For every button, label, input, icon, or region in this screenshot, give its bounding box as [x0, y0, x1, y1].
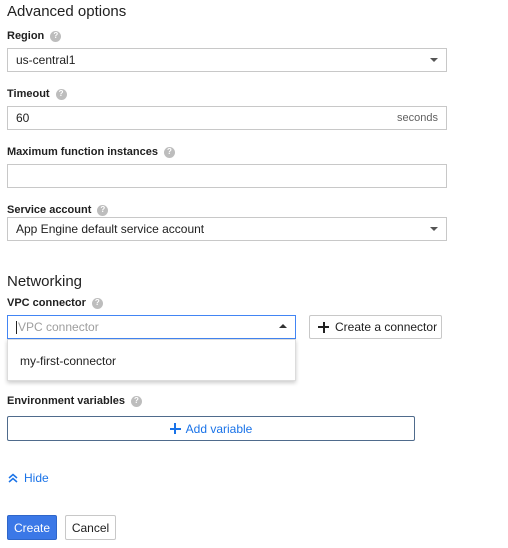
add-variable-label: Add variable — [185, 421, 253, 436]
help-icon[interactable]: ? — [50, 30, 62, 42]
vpc-connector-dropdown-menu: my-first-connector — [7, 339, 296, 381]
hide-toggle[interactable]: Hide — [7, 471, 49, 485]
vpc-connector-option[interactable]: my-first-connector — [20, 354, 116, 368]
help-icon[interactable]: ? — [163, 146, 175, 158]
vpc-connector-placeholder: VPC connector — [18, 320, 99, 334]
hide-label: Hide — [24, 471, 49, 485]
text-cursor — [16, 320, 17, 334]
dropdown-arrow-icon — [430, 58, 438, 62]
timeout-label: Timeout — [7, 88, 50, 100]
timeout-label-row: Timeout ? — [7, 88, 67, 100]
env-label-row: Environment variables ? — [7, 395, 142, 407]
help-icon[interactable]: ? — [131, 395, 142, 407]
timeout-unit: seconds — [397, 112, 438, 124]
timeout-value: 60 — [16, 111, 30, 125]
region-label: Region — [7, 30, 45, 42]
vpc-connector-input[interactable]: VPC connector — [7, 315, 296, 339]
networking-title: Networking — [7, 273, 83, 290]
service-account-label-row: Service account ? — [7, 204, 109, 216]
cancel-button[interactable]: Cancel — [65, 515, 116, 540]
plus-icon — [318, 321, 329, 333]
timeout-input[interactable]: 60 seconds — [7, 106, 447, 130]
create-button-label: Create — [13, 520, 51, 535]
region-value: us-central1 — [16, 53, 76, 67]
vpc-label-row: VPC connector ? — [7, 297, 103, 309]
cancel-button-label: Cancel — [71, 520, 110, 535]
service-account-label: Service account — [7, 204, 92, 216]
help-icon[interactable]: ? — [55, 88, 67, 100]
region-select[interactable]: us-central1 — [7, 48, 447, 72]
advanced-options-title: Advanced options — [7, 3, 127, 20]
double-chevron-up-icon — [8, 473, 18, 483]
max-instances-label-row: Maximum function instances ? — [7, 146, 175, 158]
max-instances-input[interactable] — [7, 164, 447, 188]
plus-icon — [169, 423, 181, 434]
help-icon[interactable]: ? — [97, 204, 109, 216]
service-account-select[interactable]: App Engine default service account — [7, 217, 447, 241]
create-connector-button[interactable]: Create a connector — [309, 315, 442, 339]
vpc-connector-label: VPC connector — [7, 297, 86, 309]
add-variable-button[interactable]: Add variable — [7, 416, 415, 441]
environment-variables-label: Environment variables — [7, 395, 125, 407]
create-connector-label: Create a connector — [335, 320, 438, 334]
service-account-value: App Engine default service account — [16, 222, 205, 236]
dropdown-arrow-icon — [430, 227, 438, 231]
help-icon[interactable]: ? — [91, 297, 103, 309]
dropdown-arrow-up-icon — [279, 324, 287, 328]
max-instances-label: Maximum function instances — [7, 146, 158, 158]
create-button[interactable]: Create — [7, 515, 57, 540]
region-label-row: Region ? — [7, 30, 62, 42]
